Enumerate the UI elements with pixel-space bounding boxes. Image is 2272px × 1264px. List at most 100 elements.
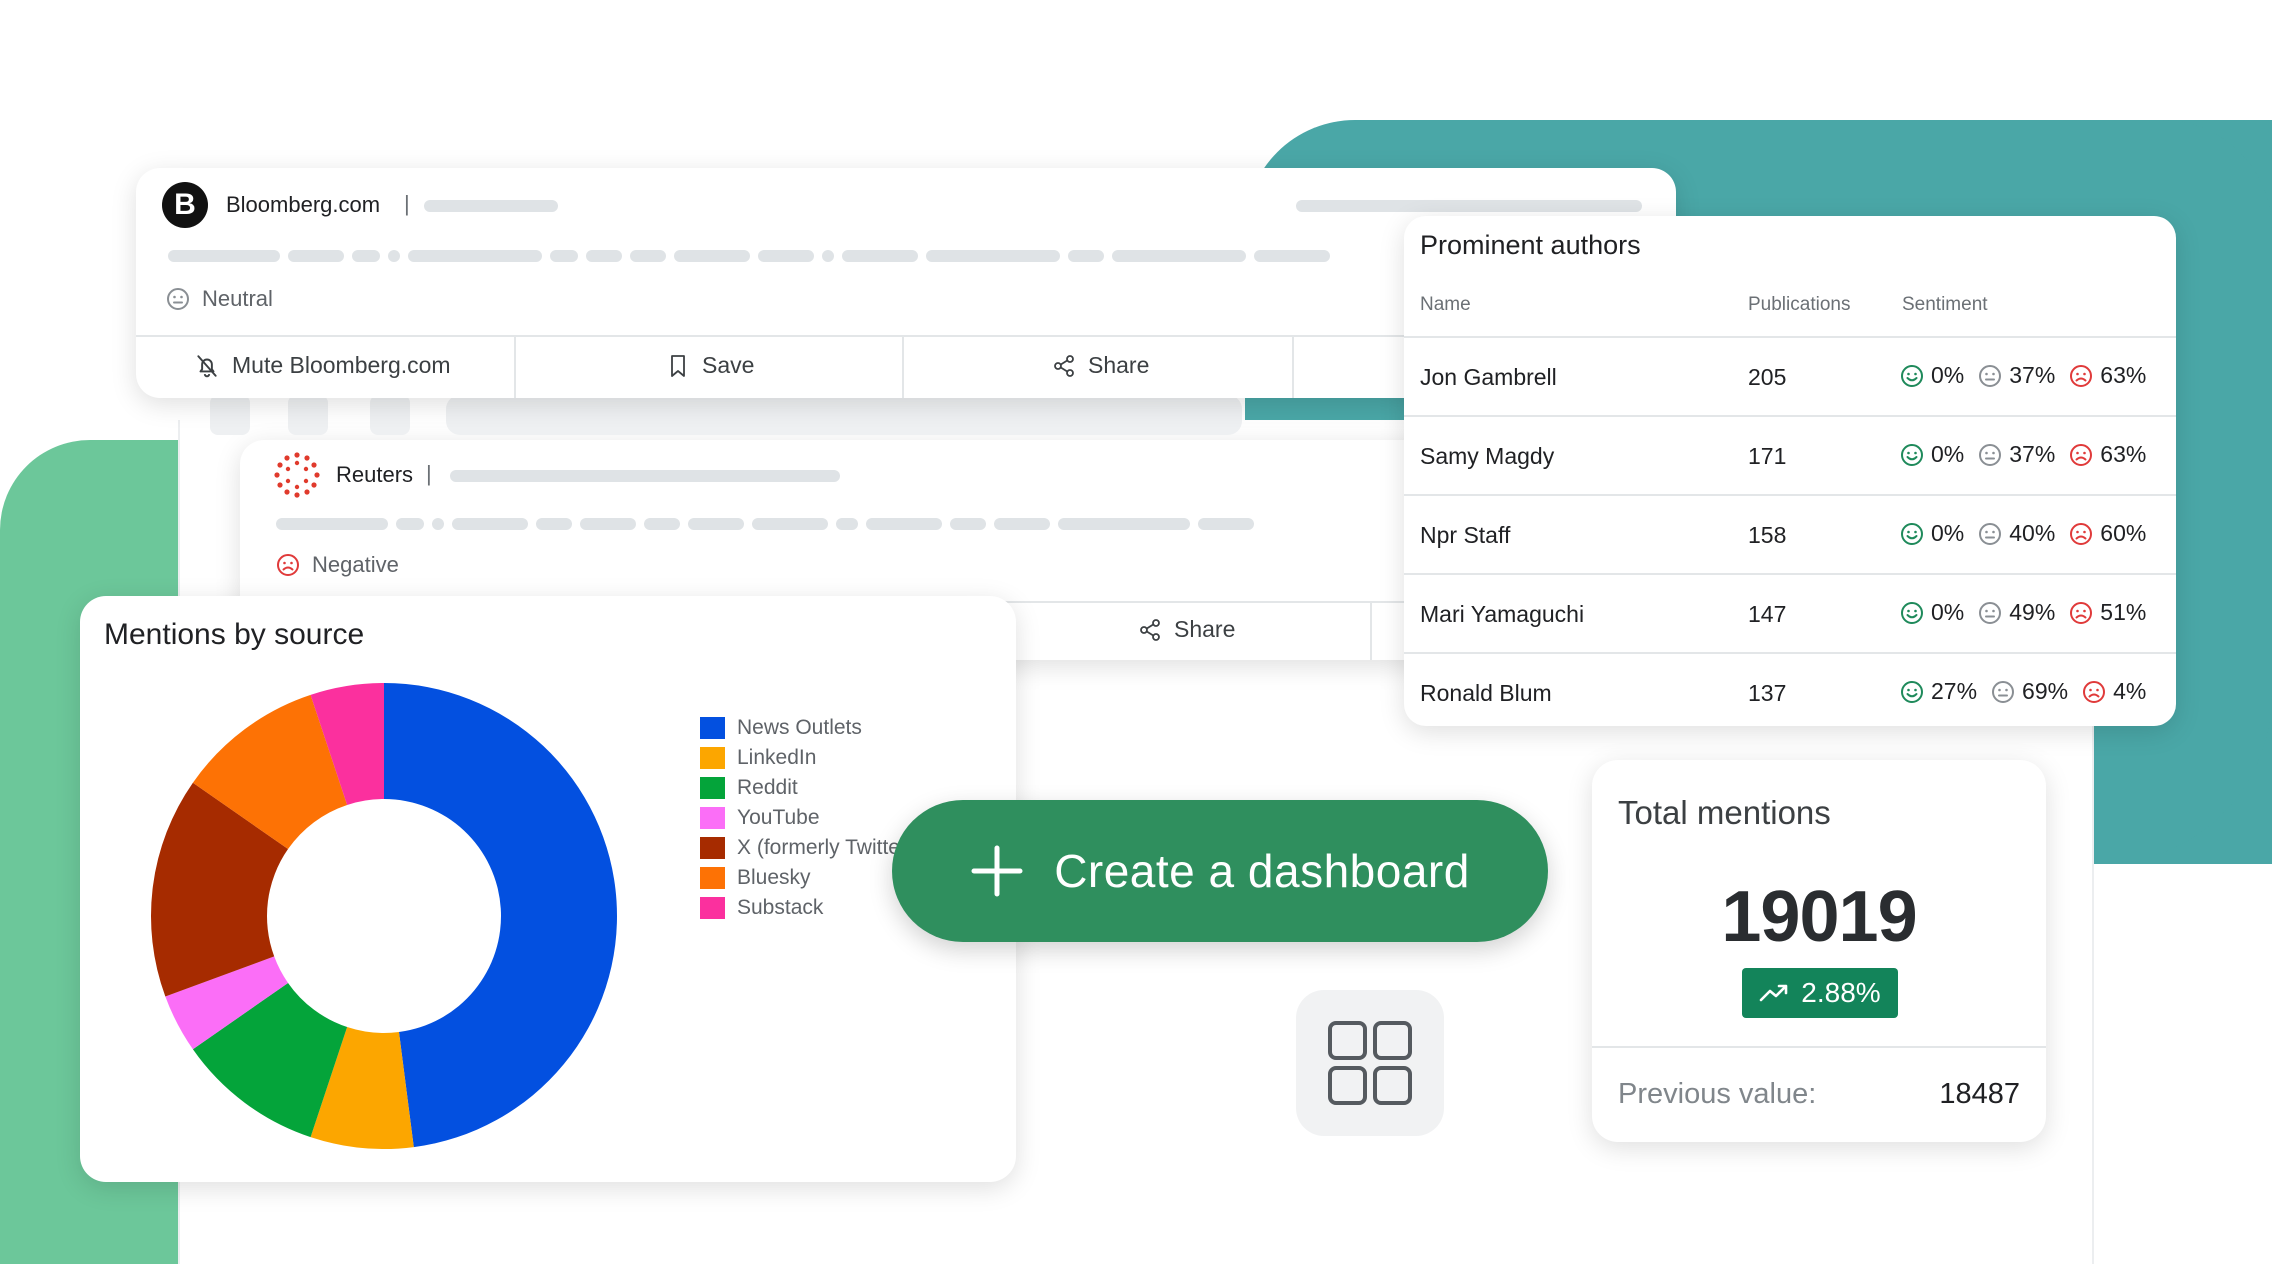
negative-percent: 63% [2100, 441, 2147, 467]
author-sentiment: 27% 69% 4% [1900, 678, 2160, 705]
legend-item[interactable]: Substack [700, 896, 823, 920]
reuters-sentiment: Negative [276, 552, 399, 578]
author-name: Npr Staff [1420, 522, 1511, 548]
author-sentiment: 0% 37% 63% [1900, 441, 2160, 468]
bloomberg-source-name[interactable]: Bloomberg.com [226, 192, 380, 218]
negative-percent: 60% [2100, 520, 2147, 546]
mentions-donut-chart [151, 683, 618, 1149]
author-name: Jon Gambrell [1420, 364, 1557, 390]
positive-percent: 0% [1931, 520, 1965, 546]
author-sentiment: 0% 40% 60% [1900, 520, 2160, 547]
legend-swatch [700, 747, 725, 769]
legend-item[interactable]: LinkedIn [700, 746, 816, 770]
negative-face-icon [2069, 601, 2093, 625]
total-mentions-card: Total mentions 19019 2.88% Previous valu… [1592, 760, 2046, 1142]
table-row[interactable]: Npr Staff 158 0% 40% 60% [1404, 500, 2176, 573]
neutral-face-icon [1978, 522, 2002, 546]
author-sentiment: 0% 37% 63% [1900, 362, 2160, 389]
table-row-divider [1404, 415, 2176, 417]
total-mentions-title: Total mentions [1618, 794, 1831, 831]
legend-label: LinkedIn [737, 746, 817, 769]
negative-face-icon [2069, 522, 2093, 546]
trending-up-icon [1759, 982, 1789, 1004]
bloomberg-sentiment: Neutral [166, 286, 273, 312]
legend-item[interactable]: News Outlets [700, 716, 862, 740]
table-row[interactable]: Ronald Blum 137 27% 69% 4% [1404, 658, 2176, 731]
legend-item[interactable]: Bluesky [700, 866, 811, 890]
total-mentions-divider [1592, 1046, 2046, 1048]
neutral-face-icon [1978, 364, 2002, 388]
mentions-by-source-title: Mentions by source [104, 618, 365, 651]
positive-percent: 27% [1931, 678, 1978, 704]
table-row[interactable]: Jon Gambrell 205 0% 37% 63% [1404, 342, 2176, 415]
author-sentiment: 0% 49% 51% [1900, 599, 2160, 626]
donut-slice-news-outlets[interactable] [384, 683, 618, 1148]
legend-swatch [700, 867, 725, 889]
negative-face-icon [2082, 680, 2106, 704]
bloomberg-date-placeholder [1296, 200, 1642, 212]
authors-col-publications: Publications [1748, 294, 1851, 315]
positive-percent: 0% [1931, 362, 1965, 388]
positive-face-icon [1900, 522, 1924, 546]
positive-face-icon [1900, 364, 1924, 388]
positive-face-icon [1900, 443, 1924, 467]
total-mentions-value: 19019 [1721, 877, 1917, 957]
positive-percent: 0% [1931, 599, 1965, 625]
table-row-divider [1404, 336, 2176, 338]
bookmark-icon [666, 353, 690, 379]
bloomberg-share-button[interactable]: Share [1052, 352, 1149, 379]
neutral-percent: 37% [2009, 441, 2056, 467]
bloomberg-title-placeholder [424, 200, 558, 212]
legend-label: Bluesky [737, 866, 811, 889]
negative-face-icon [2069, 364, 2093, 388]
legend-swatch [700, 717, 725, 739]
table-row-divider [1404, 494, 2176, 496]
bloomberg-share-label: Share [1088, 352, 1150, 378]
legend-label: X (formerly Twitter) [737, 836, 914, 859]
legend-swatch [700, 807, 725, 829]
table-row-divider [1404, 652, 2176, 654]
negative-face-icon [276, 553, 300, 577]
negative-face-icon [2069, 443, 2093, 467]
table-row[interactable]: Samy Magdy 171 0% 37% 63% [1404, 421, 2176, 494]
share-icon [1052, 354, 1076, 378]
neutral-percent: 40% [2009, 520, 2056, 546]
bloomberg-action-separator-3 [1292, 337, 1294, 398]
plus-icon [970, 844, 1024, 898]
legend-label: Reddit [737, 776, 798, 799]
legend-swatch [700, 897, 725, 919]
author-name: Ronald Blum [1420, 680, 1552, 706]
author-name: Mari Yamaguchi [1420, 601, 1585, 627]
legend-item[interactable]: X (formerly Twitter) [700, 836, 914, 860]
author-publications: 205 [1748, 364, 1787, 390]
author-publications: 158 [1748, 522, 1787, 548]
positive-face-icon [1900, 680, 1924, 704]
legend-item[interactable]: YouTube [700, 806, 820, 830]
bloomberg-logo-icon: B [162, 182, 208, 228]
neutral-percent: 37% [2009, 362, 2056, 388]
dashboard-grid-tile[interactable] [1296, 990, 1444, 1136]
reuters-action-separator [1370, 603, 1372, 660]
reuters-share-label: Share [1174, 616, 1236, 642]
author-name: Samy Magdy [1420, 443, 1555, 469]
total-mentions-change-badge: 2.88% [1742, 968, 1898, 1018]
reuters-sentiment-label: Negative [312, 552, 399, 577]
reuters-share-button[interactable]: Share [1138, 616, 1235, 643]
bloomberg-save-button[interactable]: Save [666, 352, 754, 379]
mentions-by-source-card: Mentions by source News Outlets LinkedIn R… [80, 596, 1016, 1182]
legend-item[interactable]: Reddit [700, 776, 798, 800]
neutral-face-icon [1978, 443, 2002, 467]
table-row[interactable]: Mari Yamaguchi 147 0% 49% 51% [1404, 579, 2176, 652]
bloomberg-mute-button[interactable]: Mute Bloomberg.com [194, 352, 451, 379]
negative-percent: 51% [2100, 599, 2147, 625]
negative-percent: 63% [2100, 362, 2147, 388]
reuters-logo-icon [274, 452, 320, 503]
share-icon [1138, 618, 1162, 642]
previous-value-label: Previous value: [1618, 1078, 1817, 1110]
authors-col-name: Name [1420, 294, 1471, 315]
bloomberg-action-separator-2 [902, 337, 904, 398]
create-dashboard-button[interactable]: Create a dashboard [892, 800, 1548, 942]
total-mentions-change: 2.88% [1801, 977, 1881, 1008]
reuters-source-name[interactable]: Reuters [336, 462, 413, 488]
bell-off-icon [194, 353, 220, 379]
